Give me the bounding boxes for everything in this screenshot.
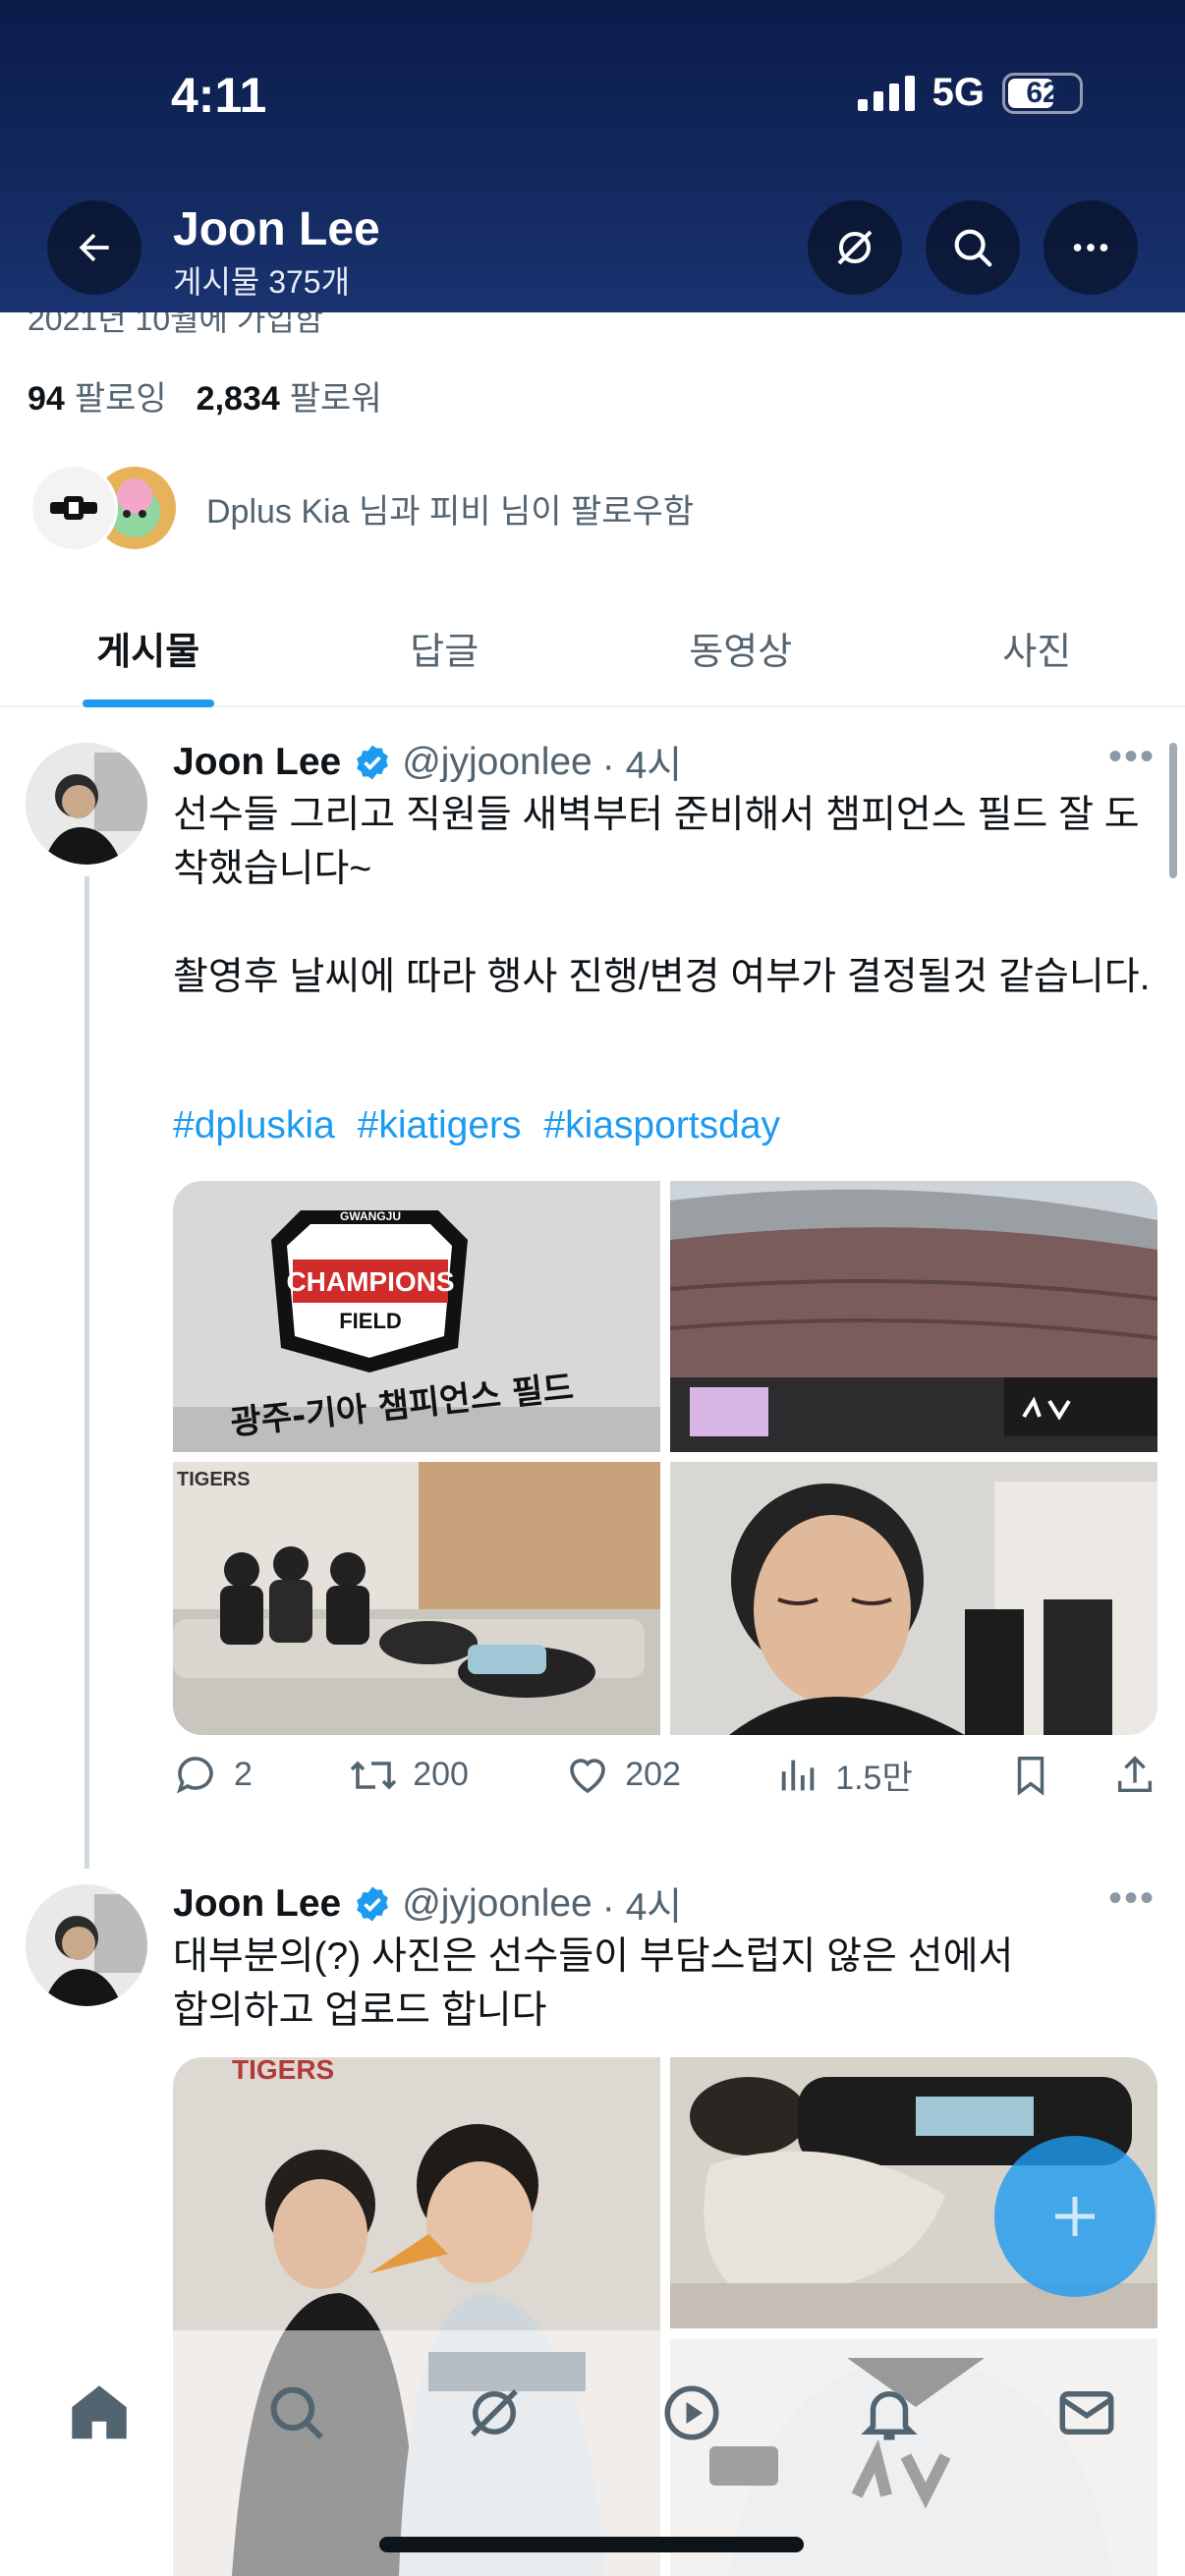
status-icons: 5G 62 xyxy=(857,71,1083,115)
nav-search[interactable] xyxy=(257,2374,336,2452)
share-icon[interactable] xyxy=(1112,1753,1157,1798)
nav-grok[interactable] xyxy=(455,2374,534,2452)
hashtag-link[interactable]: #dpluskia xyxy=(173,1104,335,1147)
photo-player-sleeping[interactable] xyxy=(670,1462,1157,1735)
avatar[interactable] xyxy=(26,743,147,865)
photo-players-resting[interactable]: TIGERS xyxy=(173,1462,660,1735)
mutual-followers-text: Dplus Kia 님과 피비 님이 팔로우함 xyxy=(206,492,695,531)
svg-text:TIGERS: TIGERS xyxy=(177,1469,250,1490)
tab-posts[interactable]: 게시물 xyxy=(0,589,297,705)
author-name[interactable]: Joon Lee xyxy=(173,1882,341,1926)
home-icon xyxy=(71,2385,127,2439)
tab-photos[interactable]: 사진 xyxy=(889,589,1185,705)
post-utility-buttons xyxy=(1008,1753,1157,1798)
battery-icon: 62 xyxy=(1002,72,1083,114)
hashtag-link[interactable]: #kiatigers xyxy=(358,1104,522,1147)
more-horizontal-icon xyxy=(1073,244,1108,252)
post-text: 선수들 그리고 직원들 새벽부터 준비해서 챔피언스 필드 잘 도착했습니다~ … xyxy=(173,794,1151,998)
repost-icon xyxy=(350,1760,397,1790)
mutual-avatar-dplus xyxy=(29,464,118,552)
tab-videos[interactable]: 동영상 xyxy=(592,589,889,705)
nav-messages[interactable] xyxy=(1047,2374,1126,2452)
post-actions: 2 200 202 1.5만 xyxy=(173,1751,1157,1799)
grok-button[interactable] xyxy=(808,200,902,295)
plus-icon xyxy=(1055,2197,1095,2236)
bookmark-icon[interactable] xyxy=(1008,1753,1053,1798)
search-icon xyxy=(270,2386,323,2439)
followers-link[interactable]: 2,834 팔로워 xyxy=(197,371,382,420)
following-count: 94 xyxy=(28,380,65,418)
profile-tabs: 게시물 답글 동영상 사진 xyxy=(0,589,1185,707)
mutual-followers[interactable]: Dplus Kia 님과 피비 님이 팔로우함 xyxy=(29,464,694,552)
header-name: Joon Lee xyxy=(173,203,380,255)
repost-count: 200 xyxy=(413,1756,469,1793)
battery-level: 62 xyxy=(1026,76,1059,109)
bell-icon xyxy=(860,2391,918,2440)
followers-label: 팔로워 xyxy=(289,380,382,418)
svg-text:TIGERS: TIGERS xyxy=(232,2057,334,2085)
mail-icon xyxy=(1059,2391,1113,2435)
home-indicator[interactable] xyxy=(379,2537,804,2552)
views-button[interactable]: 1.5만 xyxy=(776,1751,913,1799)
avatar[interactable] xyxy=(26,1884,147,2006)
author-handle[interactable]: @jyjoonlee xyxy=(402,741,592,784)
reply-button[interactable]: 2 xyxy=(173,1752,253,1799)
views-chart-icon xyxy=(781,1760,815,1790)
following-label: 팔로잉 xyxy=(74,380,167,418)
follow-stats: 94 팔로잉 2,834 팔로워 xyxy=(28,371,382,420)
grok-icon xyxy=(470,2389,518,2436)
post-time: · 4시 xyxy=(601,745,683,787)
author-name[interactable]: Joon Lee xyxy=(173,741,341,784)
scrollbar[interactable] xyxy=(1169,743,1177,878)
photo-champions-field-sign[interactable]: GWANGJU CHAMPIONS FIELD 광주-기아 챔피언스 필드 xyxy=(173,1181,660,1452)
search-icon xyxy=(954,229,992,267)
followers-count: 2,834 xyxy=(196,380,280,418)
nav-home[interactable] xyxy=(60,2374,139,2452)
heart-icon xyxy=(570,1758,605,1793)
post-more-button[interactable]: ••• xyxy=(1108,735,1156,779)
reply-count: 2 xyxy=(234,1756,253,1793)
photo-grid: GWANGJU CHAMPIONS FIELD 광주-기아 챔피언스 필드 TI… xyxy=(173,1181,1157,1735)
like-count: 202 xyxy=(625,1756,681,1793)
post-more-button[interactable]: ••• xyxy=(1108,1876,1156,1921)
post-text: 대부분의(?) 사진은 선수들이 부담스럽지 않은 선에서 합의하고 업로드 합… xyxy=(173,1935,1014,2032)
back-button[interactable] xyxy=(47,200,141,295)
nav-notifications[interactable] xyxy=(850,2374,929,2452)
author-handle[interactable]: @jyjoonlee xyxy=(402,1882,592,1926)
hashtag-link[interactable]: #kiasportsday xyxy=(543,1104,780,1147)
verified-badge-icon xyxy=(353,1884,392,1924)
back-arrow-icon xyxy=(79,233,109,262)
profile-header: 4:11 5G 62 Joon Lee 게시물 375개 xyxy=(0,0,1185,312)
header-post-count: 게시물 375개 xyxy=(173,264,351,300)
post-time: · 4시 xyxy=(601,1886,683,1929)
sign-field-text: FIELD xyxy=(339,1309,402,1333)
more-options-button[interactable] xyxy=(1044,200,1138,295)
tab-replies[interactable]: 답글 xyxy=(297,589,593,705)
verified-badge-icon xyxy=(353,743,392,782)
sign-top-text: GWANGJU xyxy=(340,1209,401,1223)
photo-stadium[interactable] xyxy=(670,1181,1157,1452)
compose-post-button[interactable] xyxy=(994,2136,1156,2297)
play-circle-icon xyxy=(664,2385,718,2440)
post-header: Joon Lee @jyjoonlee · 4시 xyxy=(173,735,682,790)
view-count: 1.5만 xyxy=(835,1760,913,1797)
repost-button[interactable]: 200 xyxy=(348,1752,469,1799)
grok-icon xyxy=(837,230,873,265)
search-button[interactable] xyxy=(926,200,1020,295)
network-label: 5G xyxy=(931,71,985,114)
following-link[interactable]: 94 팔로잉 xyxy=(28,371,167,420)
reply-icon xyxy=(176,1756,213,1794)
signal-icon xyxy=(857,75,915,111)
status-time: 4:11 xyxy=(171,68,267,123)
post-hashtags: #dpluskia #kiatigers #kiasportsday xyxy=(173,1104,792,1148)
like-button[interactable]: 202 xyxy=(564,1752,681,1799)
sign-main-text: CHAMPIONS xyxy=(286,1266,454,1297)
post-header: Joon Lee @jyjoonlee · 4시 xyxy=(173,1876,682,1932)
nav-video[interactable] xyxy=(652,2374,731,2452)
thread-line xyxy=(85,876,89,1869)
